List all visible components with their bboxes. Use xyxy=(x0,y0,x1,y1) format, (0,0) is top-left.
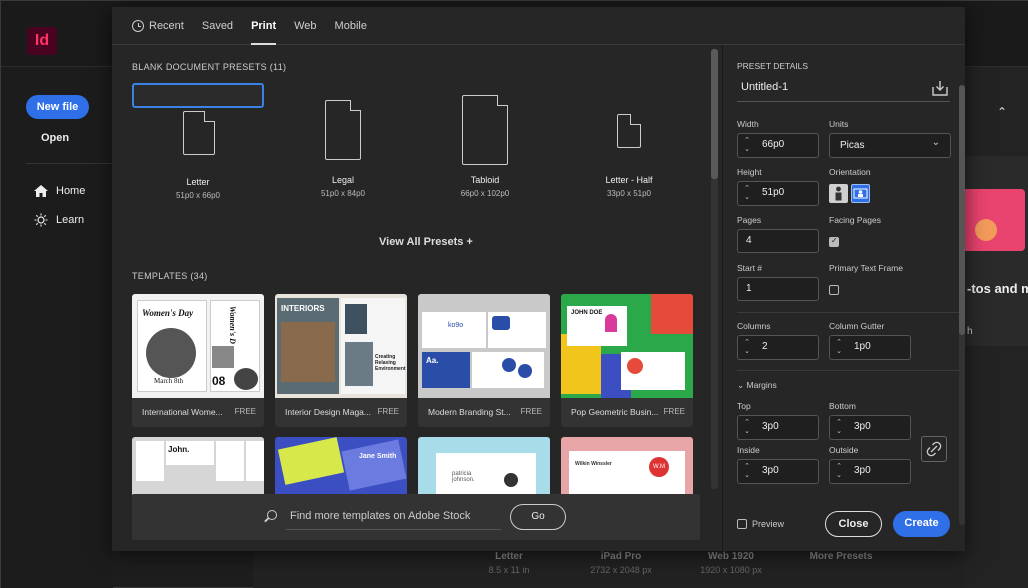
chevron-down-icon: ⌄ xyxy=(737,380,745,390)
free-badge: FREE xyxy=(234,407,256,416)
go-button[interactable]: Go xyxy=(510,504,566,530)
view-all-presets-link[interactable]: View All Presets + xyxy=(379,236,473,248)
background-card xyxy=(965,156,1028,346)
adobe-stock-search-bar: Find more templates on Adobe Stock Go xyxy=(132,494,700,540)
preset-tabloid[interactable]: Tabloid 66p0 x 102p0 xyxy=(419,83,551,215)
home-icon xyxy=(34,185,48,197)
app-window: Id New file Open Home Learn ⌃ -tos and m… xyxy=(0,0,1028,588)
new-document-dialog: Recent Saved Print Web Mobile BLANK DOCU… xyxy=(112,7,965,551)
link-icon xyxy=(926,441,942,457)
start-page-input[interactable]: 1 xyxy=(737,277,819,301)
portrait-orientation-button[interactable] xyxy=(829,184,848,203)
new-file-button[interactable]: New file xyxy=(26,95,89,119)
chevron-up-icon[interactable]: ⌃ xyxy=(997,105,1007,119)
primary-text-frame-checkbox[interactable] xyxy=(829,285,839,295)
nav-learn-label: Learn xyxy=(56,214,85,226)
stock-search-input[interactable]: Find more templates on Adobe Stock xyxy=(290,510,470,522)
home-preset-web[interactable]: Web 1920 1920 x 1080 px xyxy=(691,551,771,575)
height-stepper[interactable]: ⌃ ⌄ 51p0 xyxy=(737,181,819,206)
nav-home-label: Home xyxy=(56,185,86,197)
margins-toggle[interactable]: ⌄ Margins xyxy=(737,380,777,391)
facing-pages-checkbox[interactable] xyxy=(829,236,839,247)
free-badge: FREE xyxy=(377,407,399,416)
nav-item-learn[interactable]: Learn xyxy=(34,213,84,227)
width-stepper[interactable]: ⌃ ⌄ 66p0 xyxy=(737,133,819,158)
preset-details-heading: PRESET DETAILS xyxy=(737,61,809,71)
templates-heading: TEMPLATES (34) xyxy=(132,271,208,281)
search-icon xyxy=(267,510,277,520)
template-thumbnail: JOHN DOE xyxy=(561,294,693,398)
indesign-logo: Id xyxy=(27,27,57,55)
save-preset-icon[interactable] xyxy=(931,79,949,97)
preset-letter[interactable]: Letter 51p0 x 66p0 xyxy=(132,83,264,200)
pages-input[interactable]: 4 xyxy=(737,229,819,253)
margin-bottom-stepper[interactable]: ⌃ ⌄ 3p0 xyxy=(829,415,911,440)
template-thumbnail: INTERIORS Creating Relaxing Environment xyxy=(275,294,407,398)
template-card[interactable]: INTERIORS Creating Relaxing Environment … xyxy=(275,294,407,427)
document-icon xyxy=(462,95,508,165)
home-preset-letter[interactable]: Letter 8.5 x 11 in xyxy=(484,551,534,575)
margin-outside-stepper[interactable]: ⌃ ⌄ 3p0 xyxy=(829,459,911,484)
panel-scrollbar[interactable] xyxy=(959,85,965,525)
nav-divider xyxy=(26,163,113,164)
free-badge: FREE xyxy=(520,407,542,416)
preview-toggle[interactable]: Preview xyxy=(737,519,784,529)
create-button[interactable]: Create xyxy=(893,511,950,537)
margin-inside-stepper[interactable]: ⌃ ⌄ 3p0 xyxy=(737,459,819,484)
nav-item-home[interactable]: Home xyxy=(34,185,85,197)
document-icon xyxy=(325,100,361,160)
landscape-orientation-button[interactable] xyxy=(851,184,870,203)
blank-presets-heading: BLANK DOCUMENT PRESETS (11) xyxy=(132,62,287,72)
document-icon xyxy=(183,111,215,155)
template-card[interactable]: Wilkin Winssler W.M xyxy=(561,437,693,497)
clock-icon xyxy=(132,19,144,32)
margin-top-stepper[interactable]: ⌃ ⌄ 3p0 xyxy=(737,415,819,440)
preset-details-panel: PRESET DETAILS Untitled-1 Width ⌃ ⌄ 66p0 U… xyxy=(722,45,965,551)
tab-saved[interactable]: Saved xyxy=(202,7,233,45)
column-gutter-stepper[interactable]: ⌃ ⌄ 1p0 xyxy=(829,335,911,360)
tab-web[interactable]: Web xyxy=(294,7,316,45)
preset-tabs: Recent Saved Print Web Mobile xyxy=(112,7,965,45)
home-preset-more[interactable]: More Presets xyxy=(801,551,881,562)
background-thumbnail xyxy=(965,189,1025,251)
bulb-icon xyxy=(34,213,48,227)
template-card[interactable]: Jane Smith xyxy=(275,437,407,497)
left-nav xyxy=(1,67,113,588)
home-preset-ipad[interactable]: iPad Pro 2732 x 2048 px xyxy=(581,551,661,575)
close-button[interactable]: Close xyxy=(825,511,882,537)
link-margins-button[interactable] xyxy=(921,436,947,462)
preset-letter-half[interactable]: Letter - Half 33p0 x 51p0 xyxy=(563,83,695,215)
template-thumbnail: Women's Day March 8th Women's D 08 xyxy=(132,294,264,398)
preview-checkbox[interactable] xyxy=(737,519,747,529)
template-card[interactable]: patricia johnson. xyxy=(418,437,550,497)
presets-scrollbar[interactable] xyxy=(711,49,718,489)
open-button[interactable]: Open xyxy=(41,132,69,144)
tab-recent[interactable]: Recent xyxy=(132,7,184,45)
units-select[interactable]: Picas ⌄ xyxy=(829,133,951,158)
tab-print[interactable]: Print xyxy=(251,7,277,45)
document-name-input[interactable]: Untitled-1 xyxy=(741,81,788,93)
chevron-down-icon: ⌄ xyxy=(931,137,940,148)
template-card[interactable]: ko9o Aa. Modern Branding St... FREE xyxy=(418,294,550,427)
template-card[interactable]: JOHN DOE Pop Geometric Busin... FREE xyxy=(561,294,693,427)
background-text: h xyxy=(967,326,973,337)
template-thumbnail: ko9o Aa. xyxy=(418,294,550,398)
template-card[interactable]: John. xyxy=(132,437,264,497)
template-card[interactable]: Women's Day March 8th Women's D 08 Inter… xyxy=(132,294,264,427)
columns-stepper[interactable]: ⌃ ⌄ 2 xyxy=(737,335,819,360)
document-icon xyxy=(617,114,641,148)
preset-legal[interactable]: Legal 51p0 x 84p0 xyxy=(277,83,409,215)
free-badge: FREE xyxy=(663,407,685,416)
background-heading: -tos and m xyxy=(967,281,1028,296)
tab-mobile[interactable]: Mobile xyxy=(335,7,367,45)
